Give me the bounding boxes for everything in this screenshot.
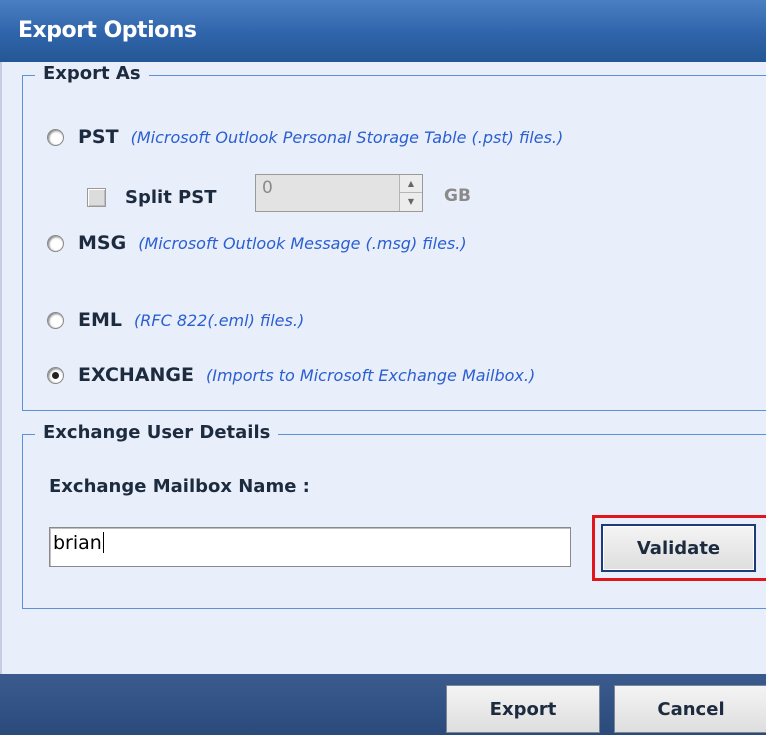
exchange-label: EXCHANGE <box>78 364 194 386</box>
msg-label: MSG <box>78 232 127 254</box>
mailbox-name-label: Exchange Mailbox Name : <box>49 476 310 497</box>
mailbox-name-value: brian <box>53 532 102 554</box>
spinner-buttons: ▲ ▼ <box>399 175 422 211</box>
split-size-unit: GB <box>444 186 471 206</box>
spinner-down-button[interactable]: ▼ <box>400 193 422 211</box>
export-as-legend: Export As <box>35 63 149 84</box>
eml-description: (RFC 822(.eml) files.) <box>134 310 305 330</box>
option-msg-row[interactable]: MSG (Microsoft Outlook Message (.msg) fi… <box>47 232 467 254</box>
split-pst-label: Split PST <box>125 187 217 208</box>
option-pst-row[interactable]: PST (Microsoft Outlook Personal Storage … <box>47 126 563 148</box>
export-options-dialog: Export Options Export As PST (Microsoft … <box>0 0 766 735</box>
split-pst-checkbox[interactable] <box>87 188 106 207</box>
export-button[interactable]: Export <box>446 685 600 733</box>
eml-radio[interactable] <box>47 311 64 329</box>
eml-label: EML <box>78 309 122 331</box>
window-title: Export Options <box>18 18 197 43</box>
pst-radio[interactable] <box>47 128 64 146</box>
cancel-button-label: Cancel <box>657 698 725 720</box>
exchange-description: (Imports to Microsoft Exchange Mailbox.) <box>205 365 536 385</box>
exchange-user-details-group: Exchange User Details Exchange Mailbox N… <box>22 422 766 609</box>
exchange-radio[interactable] <box>47 366 64 384</box>
pst-description: (Microsoft Outlook Personal Storage Tabl… <box>130 127 564 147</box>
exchange-details-legend: Exchange User Details <box>35 422 279 443</box>
validate-button-label: Validate <box>636 537 721 559</box>
option-exchange-row[interactable]: EXCHANGE (Imports to Microsoft Exchange … <box>47 364 535 386</box>
split-size-spinner[interactable]: 0 ▲ ▼ <box>255 174 423 212</box>
option-eml-row[interactable]: EML (RFC 822(.eml) files.) <box>47 309 304 331</box>
mailbox-name-input[interactable]: brian <box>49 527 571 567</box>
text-caret <box>102 532 104 553</box>
validate-button[interactable]: Validate <box>601 524 756 572</box>
msg-radio[interactable] <box>47 234 64 252</box>
pst-label: PST <box>78 126 119 148</box>
export-button-label: Export <box>489 698 557 720</box>
spinner-up-button[interactable]: ▲ <box>400 175 422 193</box>
title-bar: Export Options <box>0 0 766 62</box>
export-as-group: Export As PST (Microsoft Outlook Persona… <box>22 63 766 411</box>
dialog-body: Export As PST (Microsoft Outlook Persona… <box>0 62 766 674</box>
split-size-value: 0 <box>262 178 273 198</box>
msg-description: (Microsoft Outlook Message (.msg) files.… <box>138 233 467 253</box>
dialog-footer: Export Cancel <box>0 674 766 735</box>
cancel-button[interactable]: Cancel <box>614 685 766 733</box>
